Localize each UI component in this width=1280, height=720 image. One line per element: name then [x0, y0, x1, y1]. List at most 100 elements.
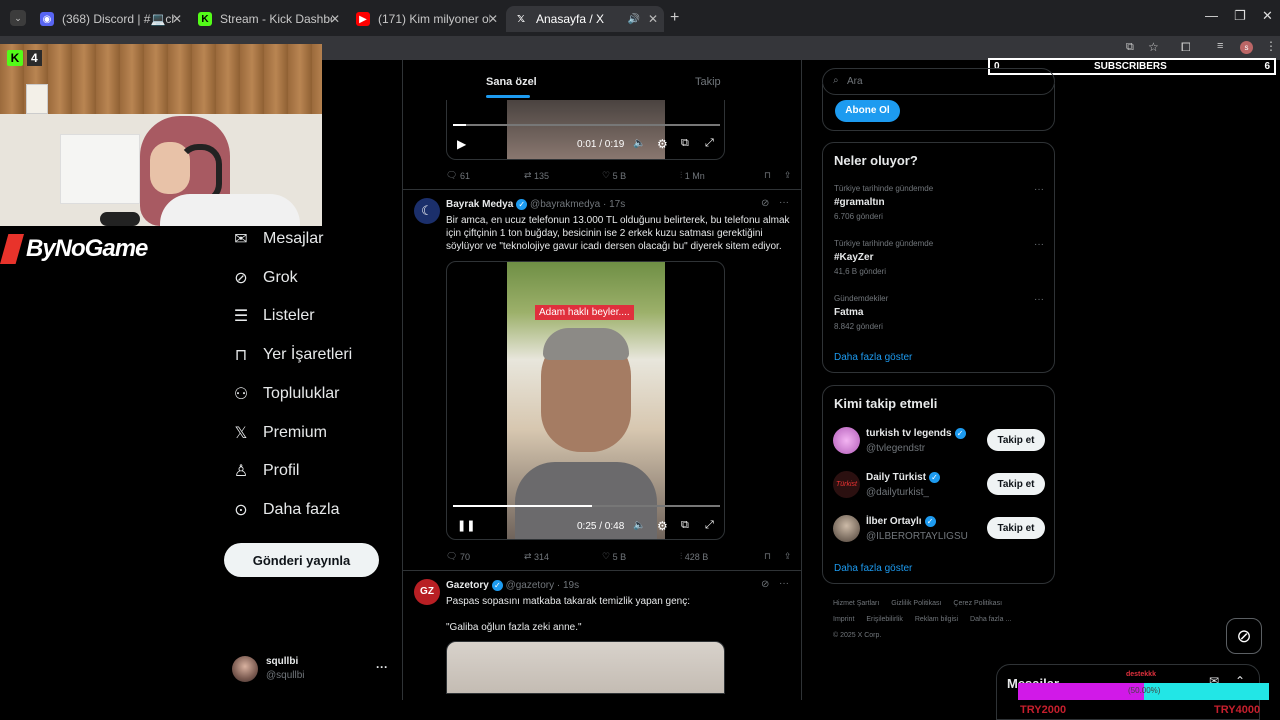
star-icon[interactable]: ☆	[1148, 40, 1159, 54]
more-icon[interactable]: ···	[1034, 239, 1044, 250]
pip-icon[interactable]: ⧉	[681, 137, 689, 150]
tab-search-icon[interactable]: ⌄	[10, 10, 26, 26]
tweet-avatar[interactable]: ☾	[414, 198, 440, 224]
post-button[interactable]: Gönderi yayınla	[224, 543, 379, 577]
pause-icon[interactable]: ❚❚	[457, 519, 475, 532]
trend-item[interactable]: Türkiye tarihinde gündemde #gramaltın 6.…	[834, 184, 1044, 221]
nav-item-premium[interactable]: 𝕏 Premium	[232, 421, 327, 445]
video-progress-track[interactable]	[453, 124, 720, 126]
grok-icon[interactable]: ⊘	[761, 579, 769, 590]
tab-kick[interactable]: K Stream - Kick Dashboard ✕	[190, 6, 346, 32]
fullscreen-icon[interactable]: ⤢	[705, 137, 714, 150]
close-icon[interactable]: ✕	[330, 12, 340, 26]
video-player[interactable]: ▶ 0:01 / 0:19 🔈 ⚙ ⧉ ⤢	[446, 100, 725, 160]
account-switcher[interactable]: squllbi @squllbi ···	[230, 654, 390, 686]
views-button[interactable]: ⫶ 428 B	[680, 551, 764, 562]
views-button[interactable]: ⫶ 1 Mn	[680, 170, 764, 181]
footer-link[interactable]: Erişilebilirlik	[866, 616, 903, 623]
tweet-media[interactable]	[446, 641, 725, 694]
follow-suggestion[interactable]: Türkist Daily Türkist ✓ @dailyturkist_ Ta…	[833, 470, 1048, 502]
restore-icon[interactable]: ❐	[1234, 8, 1246, 24]
follow-button[interactable]: Takip et	[987, 473, 1045, 495]
like-button[interactable]: ♡ 5 B	[602, 551, 680, 562]
tab-for-you[interactable]: Sana özel	[486, 76, 537, 88]
more-icon[interactable]: ···	[376, 660, 388, 674]
like-button[interactable]: ♡ 5 B	[602, 170, 680, 181]
tab-discord[interactable]: ◉ (368) Discord | #💻chat | SOTYA ✕	[32, 6, 188, 32]
grok-floating-button[interactable]: ⊘	[1226, 618, 1262, 654]
extensions-icon[interactable]: ⧠	[1181, 40, 1191, 55]
tweet-avatar[interactable]: GZ	[414, 579, 440, 605]
share-icon[interactable]: ⇪	[784, 170, 792, 181]
kick-logo-icon: K	[7, 50, 23, 66]
author-name[interactable]: Bayrak Medya	[446, 199, 513, 210]
footer-link[interactable]: Hizmet Şartları	[833, 600, 879, 607]
video-progress-track[interactable]	[453, 505, 720, 507]
ceiling	[0, 44, 322, 114]
settings-icon[interactable]: ⚙	[657, 137, 668, 151]
tab-following[interactable]: Takip	[695, 76, 721, 88]
close-icon[interactable]: ✕	[172, 12, 182, 26]
new-tab-button[interactable]: +	[670, 9, 679, 27]
more-icon[interactable]: ···	[779, 197, 789, 208]
volume-icon[interactable]: 🔈	[633, 138, 645, 149]
follow-title: Kimi takip etmeli	[834, 396, 938, 411]
grok-icon[interactable]: ⊘	[761, 198, 769, 209]
more-icon[interactable]: ···	[1034, 294, 1044, 305]
tweet-age: · 19s	[556, 580, 580, 592]
more-icon[interactable]: ···	[779, 578, 789, 589]
show-more-link[interactable]: Daha fazla göster	[834, 352, 912, 363]
play-icon[interactable]: ▶	[457, 137, 466, 151]
nav-item-bookmarks[interactable]: ⊓ Yer İşaretleri	[232, 343, 352, 367]
audio-icon[interactable]: 🔊	[628, 14, 640, 25]
nav-item-grok[interactable]: ⊘ Grok	[232, 266, 297, 290]
bookmark-icon[interactable]: ⊓	[764, 551, 784, 562]
footer-link[interactable]: Gizlilik Politikası	[891, 600, 941, 607]
reply-button[interactable]: 🗨 70	[446, 551, 524, 562]
footer-link[interactable]: Çerez Politikası	[953, 600, 1002, 607]
volume-icon[interactable]: 🔈	[633, 520, 645, 531]
trend-item[interactable]: Gündemdekiler Fatma 8.842 gönderi ···	[834, 294, 1044, 331]
nav-item-more[interactable]: ⊙ Daha fazla	[232, 498, 339, 522]
nav-item-communities[interactable]: ⚇ Topluluklar	[232, 382, 340, 406]
avatar[interactable]: s	[1240, 41, 1253, 54]
bookmark-icon[interactable]: ⊓	[764, 170, 784, 181]
donation-goal-percent: (50.00%)	[1128, 686, 1161, 695]
tab-x-home[interactable]: 𝕏 Anasayfa / X 🔊 ✕	[506, 6, 664, 32]
show-more-link[interactable]: Daha fazla göster	[834, 563, 912, 574]
follow-suggestion[interactable]: İlber Ortaylı ✓ @ILBERORTAYLIGSU Takip et	[833, 514, 1048, 546]
tweet-header: Bayrak Medya ✓ @bayrakmedya · 17s	[446, 199, 625, 210]
nav-item-messages[interactable]: ✉ Mesajlar	[232, 227, 323, 251]
author-handle[interactable]: @gazetory	[506, 580, 555, 591]
repost-button[interactable]: ⇄ 314	[524, 551, 602, 562]
minimize-icon[interactable]: —	[1205, 8, 1218, 23]
nav-item-profile[interactable]: ♙ Profil	[232, 459, 300, 483]
follow-button[interactable]: Takip et	[987, 429, 1045, 451]
author-handle[interactable]: @bayrakmedya	[530, 199, 600, 210]
reply-button[interactable]: 🗨 61	[446, 170, 524, 181]
share-icon[interactable]: ⇪	[784, 551, 792, 562]
author-name[interactable]: Gazetory	[446, 580, 489, 591]
fullscreen-icon[interactable]: ⤢	[705, 519, 714, 532]
settings-icon[interactable]: ⚙	[657, 519, 668, 533]
follow-suggestion[interactable]: turkish tv legends ✓ @tvlegendstr Takip e…	[833, 426, 1048, 458]
close-icon[interactable]: ✕	[648, 12, 658, 26]
footer-link[interactable]: Reklam bilgisi	[915, 616, 958, 623]
more-icon[interactable]: ···	[1034, 184, 1044, 195]
window-close-icon[interactable]: ✕	[1262, 8, 1273, 24]
pip-icon[interactable]: ⧉	[681, 519, 689, 532]
tab-youtube[interactable]: ▶ (171) Kim milyoner olmak ister ✕	[348, 6, 504, 32]
nav-item-lists[interactable]: ☰ Listeler	[232, 304, 315, 328]
footer-link[interactable]: Imprint	[833, 616, 854, 623]
follow-button[interactable]: Takip et	[987, 517, 1045, 539]
video-player[interactable]: Adam haklı beyler.... ❚❚ 0:25 / 0:48 🔈 ⚙…	[446, 261, 725, 540]
tweet-text: Paspas sopasını matkaba takarak temizlik…	[446, 596, 691, 607]
media-icon[interactable]: ≡	[1217, 40, 1223, 52]
trend-item[interactable]: Türkiye tarihinde gündemde #KayZer 41,6 …	[834, 239, 1044, 276]
menu-icon[interactable]: ⋮	[1265, 39, 1277, 53]
repost-button[interactable]: ⇄ 135	[524, 170, 602, 181]
footer-link[interactable]: Daha fazla ...	[970, 616, 1011, 623]
close-icon[interactable]: ✕	[488, 12, 498, 26]
install-icon[interactable]: ⧉	[1126, 41, 1134, 54]
subscribe-button[interactable]: Abone Ol	[835, 100, 900, 122]
